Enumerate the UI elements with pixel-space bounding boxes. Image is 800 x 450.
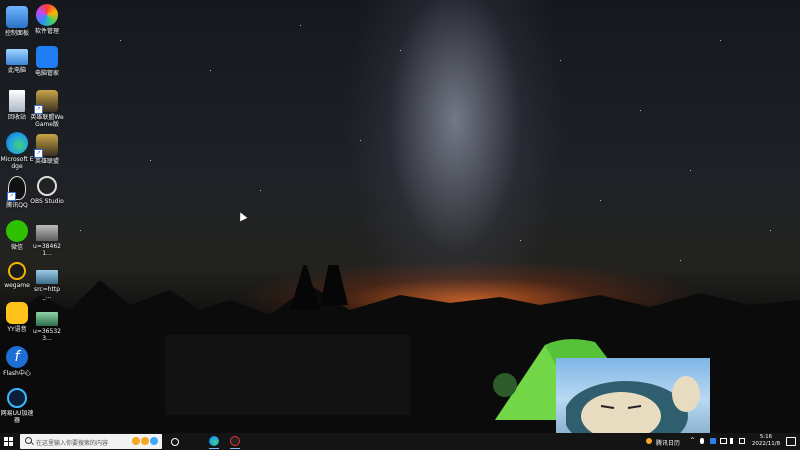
image-file-icon [36, 270, 58, 284]
desktop-icon-label: 网易UU加速器 [0, 410, 34, 424]
uu-accelerator-icon [7, 388, 27, 408]
software-manager-icon [36, 4, 58, 26]
desktop-icon-qq[interactable]: ↗ 腾讯QQ [0, 176, 34, 209]
desktop-icon-label: OBS Studio [30, 198, 64, 205]
desktop-icon-label: YY语音 [7, 326, 27, 333]
taskbar-clock[interactable]: 5:16 2022/11/8 [748, 434, 784, 448]
mouse-cursor [236, 210, 248, 222]
taskbar-app-edge[interactable] [206, 434, 222, 449]
search-highlight-icons [131, 437, 158, 447]
shortcut-arrow-icon: ↗ [34, 105, 43, 114]
calendar-app-icon[interactable] [646, 438, 652, 444]
desktop-wallpaper [0, 0, 800, 433]
desktop-icon-lol[interactable]: ↗ 英雄联盟 [30, 134, 64, 165]
search-icon [25, 437, 32, 444]
desktop-icon-label: u=384621... [33, 243, 61, 257]
desktop-icon-yy[interactable]: YY语音 [0, 302, 34, 333]
taskbar-app-obs[interactable] [227, 434, 243, 449]
windows-logo-icon [4, 437, 8, 441]
desktop-icon-label: 软件管理 [34, 28, 59, 35]
edge-icon [6, 132, 28, 154]
pc-manager-icon [36, 46, 58, 68]
wechat-icon [6, 220, 28, 242]
desktop-icon-uu[interactable]: 网易UU加速器 [0, 388, 34, 424]
cartoon-character-image [566, 376, 700, 433]
start-button[interactable] [4, 437, 13, 446]
desktop-icon-label: 此电脑 [7, 67, 26, 74]
desktop-icon-label: 回收站 [7, 114, 26, 121]
shortcut-arrow-icon: ↗ [7, 192, 16, 201]
desktop-icon-wegame[interactable]: wegame [0, 262, 34, 289]
desktop-icon-lol-wegame[interactable]: ↗ 英雄联盟WeGame版 [30, 90, 64, 128]
control-panel-icon [6, 6, 28, 28]
desktop-icon-this-pc[interactable]: 此电脑 [0, 46, 34, 74]
microphone-icon[interactable] [700, 438, 704, 444]
desktop-icon-image-3[interactable]: u=365323... [30, 308, 64, 342]
shortcut-arrow-icon: ↗ [34, 149, 43, 158]
video-overlay-window[interactable] [556, 358, 710, 433]
desktop-icon-image-2[interactable]: src=http_... [30, 266, 64, 300]
tray-calendar-label[interactable]: 腾讯日历 [656, 438, 680, 447]
clock-date: 2022/11/8 [751, 441, 781, 447]
taskbar: 在这里输入你要搜索的内容 腾讯日历 ^ 5:16 2022/11/8 [0, 433, 800, 450]
desktop-icon-label: src=http_... [33, 286, 61, 300]
security-shield-icon[interactable] [710, 438, 716, 444]
recycle-bin-icon [9, 90, 25, 112]
desktop-icon-label: Microsoft Edge [0, 156, 34, 170]
edge-icon [209, 436, 219, 446]
lol-icon: ↗ [34, 134, 58, 158]
flash-icon: f [6, 346, 28, 368]
chevron-up-icon[interactable]: ^ [690, 438, 696, 444]
search-placeholder: 在这里输入你要搜索的内容 [36, 440, 109, 447]
desktop-icon-label: 腾讯QQ [6, 202, 28, 209]
desktop-icon-control-panel[interactable]: 控制面板 [0, 6, 34, 37]
desktop-icon-wechat[interactable]: 微信 [0, 220, 34, 251]
desktop-icon-label: Flash中心 [3, 370, 31, 377]
image-file-icon [36, 312, 58, 326]
desktop-icon-recycle-bin[interactable]: 回收站 [0, 90, 34, 121]
task-view-button[interactable] [168, 435, 182, 448]
desktop-icon-pc-manager[interactable]: 电脑管家 [30, 46, 64, 77]
notification-center-icon[interactable] [786, 437, 796, 446]
desktop-icon-label: 微信 [10, 244, 23, 251]
network-icon[interactable] [720, 438, 727, 444]
input-method-icon[interactable] [739, 438, 745, 444]
desktop-icon-edge[interactable]: Microsoft Edge [0, 132, 34, 170]
image-file-icon [36, 225, 58, 241]
desktop-icon-label: u=365323... [33, 328, 61, 342]
yy-icon [6, 302, 28, 324]
qq-icon: ↗ [7, 176, 26, 201]
desktop-icon-software-manager[interactable]: 软件管理 [30, 4, 64, 35]
volume-icon[interactable] [730, 438, 736, 444]
desktop-icon-label: 英雄联盟 [34, 158, 59, 165]
obs-icon [37, 176, 57, 196]
lol-wegame-icon: ↗ [34, 90, 58, 114]
desktop-icon-image-1[interactable]: u=384621... [30, 222, 64, 257]
desktop-icon-label: 控制面板 [4, 30, 29, 37]
wegame-icon [8, 262, 26, 280]
computer-icon [6, 49, 28, 65]
obs-icon [230, 436, 240, 446]
taskbar-search-box[interactable]: 在这里输入你要搜索的内容 [20, 434, 162, 449]
desktop-icon-label: wegame [4, 282, 30, 289]
desktop-icon-label: 电脑管家 [34, 70, 59, 77]
desktop-icon-label: 英雄联盟WeGame版 [30, 114, 64, 128]
clock-time: 5:16 [759, 434, 773, 440]
desktop-icon-flash[interactable]: f Flash中心 [0, 346, 34, 377]
desktop-icon-obs[interactable]: OBS Studio [30, 176, 64, 205]
